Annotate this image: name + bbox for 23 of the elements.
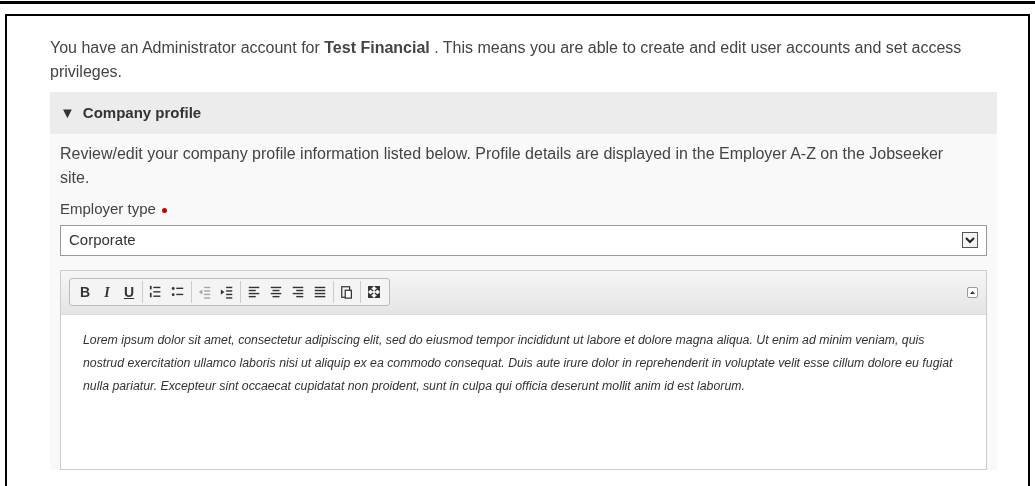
section-title: Company profile [82,102,202,123]
caret-icon [970,290,975,294]
collapse-toolbar-button[interactable] [967,286,978,298]
field-label: Employer type [60,199,156,219]
section-header[interactable]: ▼ Company profile [50,92,997,134]
collapse-icon[interactable]: ▼ [60,101,75,125]
intro-text: You have an Administrator account for Test Financial . This means you are able to create and edit user accounts and set access privileges. [50,38,963,82]
justify-icon [313,285,327,299]
paste-icon [340,285,354,299]
editor-content: Lorem ipsum dolor sit amet, consectetur adipiscing elit, sed do eiusmod tempor incididunt ut labore et dolore magna aliqua. Ut enim ad minim veniam, quis nostrud exercitation ullamco laboris nisi ut aliquip ex ea commodo consequat. Duis aute irure dolor in reprehenderit in voluptate velit esse cillum dolore eu fugiat nulla pariatur. Excepteur sint occaecat cupidatat non proident, sunt in culpa qui officia deserunt mollit anim id est laborum. [82,331,954,395]
toolbar-button[interactable]: B [74,281,96,303]
outdent-icon [198,285,212,299]
toolbar-button[interactable]: I [96,281,118,303]
align-center-icon [269,285,283,299]
indent-icon [220,285,234,299]
toolbar-button[interactable]: U [118,281,140,303]
section-description: Review/edit your company profile information listed below. Profile details are displayed in the Employer A-Z on the Jobseeker site. [60,144,945,188]
align-right-icon [291,285,305,299]
numbered-list-icon [149,285,163,299]
bullet-list-icon [171,285,185,299]
align-left-icon [247,285,261,299]
employer-type-dropdown[interactable]: Corporate [60,224,987,256]
maximize-icon [367,285,381,299]
